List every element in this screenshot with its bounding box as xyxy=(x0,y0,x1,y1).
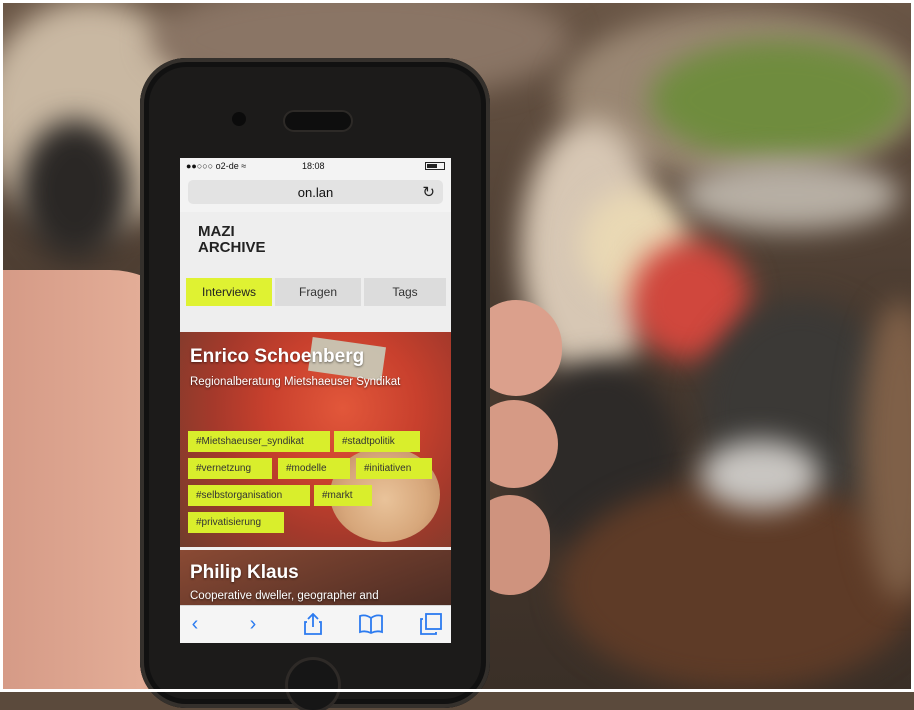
tab-tags[interactable]: Tags xyxy=(364,278,446,306)
status-bar: ●●○○○ o2-de ≈ 18:08 xyxy=(180,158,451,174)
reload-icon[interactable]: ↻ xyxy=(422,183,435,201)
url-text: on.lan xyxy=(297,185,334,200)
logo-line-1: MAZI xyxy=(198,223,235,240)
home-button[interactable] xyxy=(288,660,338,710)
interview-card[interactable]: Enrico Schoenberg Regionalberatung Miets… xyxy=(180,332,451,550)
earpiece-speaker xyxy=(285,112,351,130)
logo-line-2: ARCHIVE xyxy=(198,239,266,256)
back-button[interactable]: ‹ xyxy=(180,612,210,636)
tab-bar: Interviews Fragen Tags xyxy=(186,278,446,308)
tag-chip[interactable]: #modelle xyxy=(278,458,350,479)
card-title[interactable]: Enrico Schoenberg xyxy=(190,346,364,368)
forward-button[interactable]: › xyxy=(238,612,268,636)
card-subtitle: Cooperative dweller, geographer and xyxy=(190,590,379,602)
card-subtitle: Regionalberatung Mietshaeuser Syndikat xyxy=(190,376,401,388)
clock: 18:08 xyxy=(302,161,325,171)
tab-fragen[interactable]: Fragen xyxy=(275,278,361,306)
tag-chip[interactable]: #vernetzung xyxy=(188,458,272,479)
tag-chip[interactable]: #initiativen xyxy=(356,458,432,479)
front-camera-icon xyxy=(232,112,246,126)
browser-toolbar: ‹ › xyxy=(180,605,451,643)
tag-chip[interactable]: #stadtpolitik xyxy=(334,431,420,452)
share-icon[interactable] xyxy=(298,612,328,636)
tag-chip[interactable]: #privatisierung xyxy=(188,512,284,533)
battery-icon xyxy=(425,162,445,170)
site-header: MAZI ARCHIVE Interviews Fragen Tags xyxy=(180,212,451,332)
card-title[interactable]: Philip Klaus xyxy=(190,562,299,584)
phone-screen: ●●○○○ o2-de ≈ 18:08 on.lan ↻ MAZI ARCHIV… xyxy=(180,158,451,643)
tab-interviews[interactable]: Interviews xyxy=(186,278,272,306)
tag-chip[interactable]: #selbstorganisation xyxy=(188,485,310,506)
url-field[interactable]: on.lan ↻ xyxy=(188,180,443,204)
carrier-label: ●●○○○ o2-de ≈ xyxy=(186,161,247,171)
address-bar: on.lan ↻ xyxy=(180,174,451,212)
tag-chip[interactable]: #markt xyxy=(314,485,372,506)
bookmarks-icon[interactable] xyxy=(356,612,386,636)
tabs-icon[interactable] xyxy=(416,612,446,636)
tag-chip[interactable]: #Mietshaeuser_syndikat xyxy=(188,431,330,452)
site-logo[interactable]: MAZI ARCHIVE xyxy=(198,224,266,256)
